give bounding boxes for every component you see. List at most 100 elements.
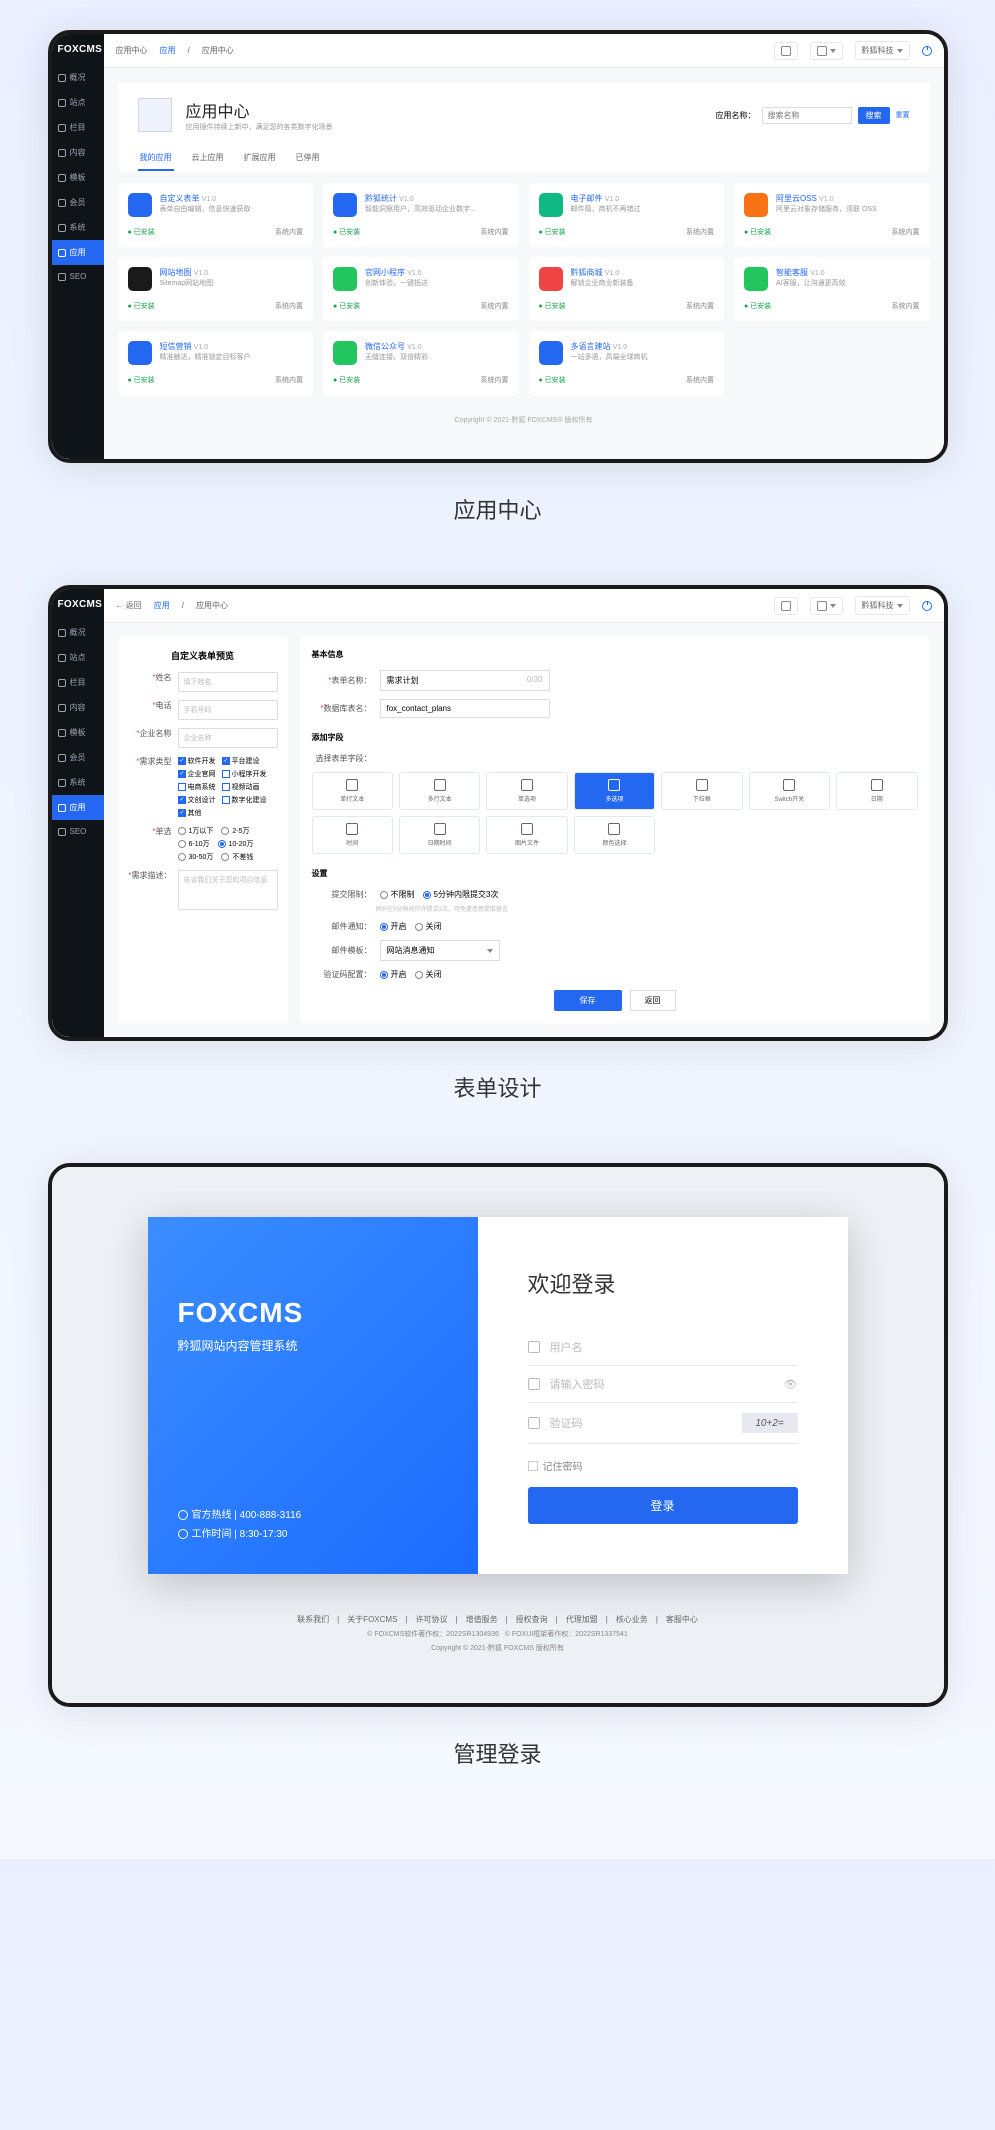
search-input[interactable]	[762, 107, 852, 124]
limit-none[interactable]: 不限制	[380, 889, 415, 900]
logout-icon[interactable]	[922, 601, 932, 611]
sidebar-item-2[interactable]: 栏目	[52, 115, 104, 140]
need-checkbox[interactable]: 其他	[178, 808, 202, 818]
sidebar-item-7[interactable]: 应用	[52, 240, 104, 265]
tab-0[interactable]: 我的应用	[138, 146, 174, 171]
desc-textarea[interactable]: 告诉我们关于您的项目信息	[178, 870, 278, 910]
tab-3[interactable]: 已停用	[294, 146, 322, 171]
captcha-on[interactable]: 开启	[380, 969, 407, 980]
remember-checkbox[interactable]: 记住密码	[528, 1458, 798, 1473]
sidebar-item-2[interactable]: 栏目	[52, 670, 104, 695]
app-card[interactable]: 阿里云OSS V1.0阿里云对象存储服务，须联 OSS● 已安装系统内置	[734, 183, 930, 247]
field-type[interactable]: 下拉框	[661, 772, 742, 810]
sidebar-item-5[interactable]: 会员	[52, 745, 104, 770]
quick-icon[interactable]	[810, 597, 843, 615]
footer-link[interactable]: 联系我们	[297, 1615, 329, 1624]
user-menu[interactable]: 黔狐科技	[855, 41, 910, 60]
budget-radio[interactable]: 2-5万	[221, 826, 249, 836]
sidebar-item-0[interactable]: 概况	[52, 65, 104, 90]
home-icon[interactable]	[774, 597, 798, 615]
logout-icon[interactable]	[922, 46, 932, 56]
footer-link[interactable]: 授权查询	[516, 1615, 548, 1624]
app-card[interactable]: 电子邮件 V1.0邮件隐，商机不再错过● 已安装系统内置	[529, 183, 725, 247]
tab-2[interactable]: 扩展应用	[242, 146, 278, 171]
app-card[interactable]: 黔狐统计 V1.0智能洞察用户，高效驱动企业数字...● 已安装系统内置	[323, 183, 519, 247]
tab-1[interactable]: 云上应用	[190, 146, 226, 171]
save-button[interactable]: 保存	[554, 990, 622, 1011]
budget-radio[interactable]: 不差钱	[221, 852, 253, 862]
app-card[interactable]: 智能客服 V1.0AI客服，让沟通更高效● 已安装系统内置	[734, 257, 930, 321]
username-input[interactable]: 用户名	[550, 1339, 798, 1355]
need-checkbox[interactable]: 小程序开发	[222, 769, 267, 779]
mail-off[interactable]: 关闭	[415, 921, 442, 932]
field-type[interactable]: 日期	[836, 772, 917, 810]
footer-link[interactable]: 客服中心	[666, 1615, 698, 1624]
budget-radio[interactable]: 1万以下	[178, 826, 214, 836]
field-type[interactable]: 单选项	[486, 772, 567, 810]
sidebar-item-8[interactable]: SEO	[52, 265, 104, 288]
table-name-input[interactable]: fox_contact_plans	[380, 699, 550, 718]
footer-link[interactable]: 代理加盟	[566, 1615, 598, 1624]
field-type[interactable]: Switch开关	[749, 772, 830, 810]
sidebar-item-4[interactable]: 模板	[52, 165, 104, 190]
budget-radio[interactable]: 6-10万	[178, 839, 210, 849]
need-checkbox[interactable]: 软件开发	[178, 756, 216, 766]
captcha-off[interactable]: 关闭	[415, 969, 442, 980]
need-checkbox[interactable]: 文创设计	[178, 795, 216, 805]
footer-link[interactable]: 关于FOXCMS	[347, 1615, 397, 1624]
user-menu[interactable]: 黔狐科技	[855, 596, 910, 615]
breadcrumb-1[interactable]: 应用	[154, 600, 170, 611]
app-card[interactable]: 网站地图 V1.0Sitemap网站地图● 已安装系统内置	[118, 257, 314, 321]
eye-icon[interactable]: 👁	[784, 1378, 798, 1391]
sidebar-item-5[interactable]: 会员	[52, 190, 104, 215]
sidebar-item-6[interactable]: 系统	[52, 770, 104, 795]
footer-link[interactable]: 增值服务	[466, 1615, 498, 1624]
sidebar-item-8[interactable]: SEO	[52, 820, 104, 843]
app-card[interactable]: 黔狐商城 V1.0解锁企业商业新装备● 已安装系统内置	[529, 257, 725, 321]
phone-input[interactable]: 手机号码	[178, 700, 278, 720]
limit-5min[interactable]: 5分钟内限提交3次	[423, 889, 499, 900]
sidebar-item-7[interactable]: 应用	[52, 795, 104, 820]
sidebar-item-3[interactable]: 内容	[52, 695, 104, 720]
budget-radio[interactable]: 30-50万	[178, 852, 214, 862]
need-checkbox[interactable]: 平台建设	[222, 756, 260, 766]
template-select[interactable]: 网站消息通知	[380, 940, 500, 961]
reset-link[interactable]: 重置	[896, 110, 910, 120]
sidebar-item-1[interactable]: 站点	[52, 90, 104, 115]
field-type[interactable]: 单行文本	[312, 772, 393, 810]
app-card[interactable]: 短信营销 V1.0精准触达，精准锁定目标客户● 已安装系统内置	[118, 331, 314, 395]
app-card[interactable]: 多语言建站 V1.0一站多语，高端全球商机● 已安装系统内置	[529, 331, 725, 395]
search-button[interactable]: 搜索	[858, 107, 890, 124]
field-type[interactable]: 图片文件	[486, 816, 567, 854]
field-type[interactable]: 多行文本	[399, 772, 480, 810]
quick-icon[interactable]	[810, 42, 843, 60]
need-checkbox[interactable]: 数字化建设	[222, 795, 267, 805]
captcha-image[interactable]: 10+2=	[742, 1413, 798, 1433]
topbar-home[interactable]: 应用中心	[116, 45, 148, 56]
sidebar-item-6[interactable]: 系统	[52, 215, 104, 240]
field-type[interactable]: 日期时间	[399, 816, 480, 854]
sidebar-item-4[interactable]: 模板	[52, 720, 104, 745]
field-type[interactable]: 颜色选择	[574, 816, 655, 854]
sidebar-item-3[interactable]: 内容	[52, 140, 104, 165]
sidebar-item-1[interactable]: 站点	[52, 645, 104, 670]
app-card[interactable]: 官网小程序 V1.0创新体验，一键抵达● 已安装系统内置	[323, 257, 519, 321]
login-button[interactable]: 登录	[528, 1487, 798, 1524]
sidebar-item-0[interactable]: 概况	[52, 620, 104, 645]
captcha-input[interactable]: 验证码	[550, 1415, 732, 1431]
home-icon[interactable]	[774, 42, 798, 60]
breadcrumb-1[interactable]: 应用	[160, 45, 176, 56]
app-card[interactable]: 自定义表单 V1.0表单自由编辑，信息快速获取● 已安装系统内置	[118, 183, 314, 247]
mail-on[interactable]: 开启	[380, 921, 407, 932]
need-checkbox[interactable]: 电商系统	[178, 782, 216, 792]
footer-link[interactable]: 许可协议	[416, 1615, 448, 1624]
need-checkbox[interactable]: 视频动画	[222, 782, 260, 792]
company-input[interactable]: 企业名称	[178, 728, 278, 748]
form-name-input[interactable]: 需求计划0/30	[380, 670, 550, 691]
back-button[interactable]: 返回	[630, 990, 676, 1011]
footer-link[interactable]: 核心业务	[616, 1615, 648, 1624]
need-checkbox[interactable]: 企业官网	[178, 769, 216, 779]
back-button[interactable]: ← 返回	[116, 600, 142, 611]
password-input[interactable]: 请输入密码	[550, 1376, 774, 1392]
app-card[interactable]: 微信公众号 V1.0无缝连接，双倍精彩● 已安装系统内置	[323, 331, 519, 395]
